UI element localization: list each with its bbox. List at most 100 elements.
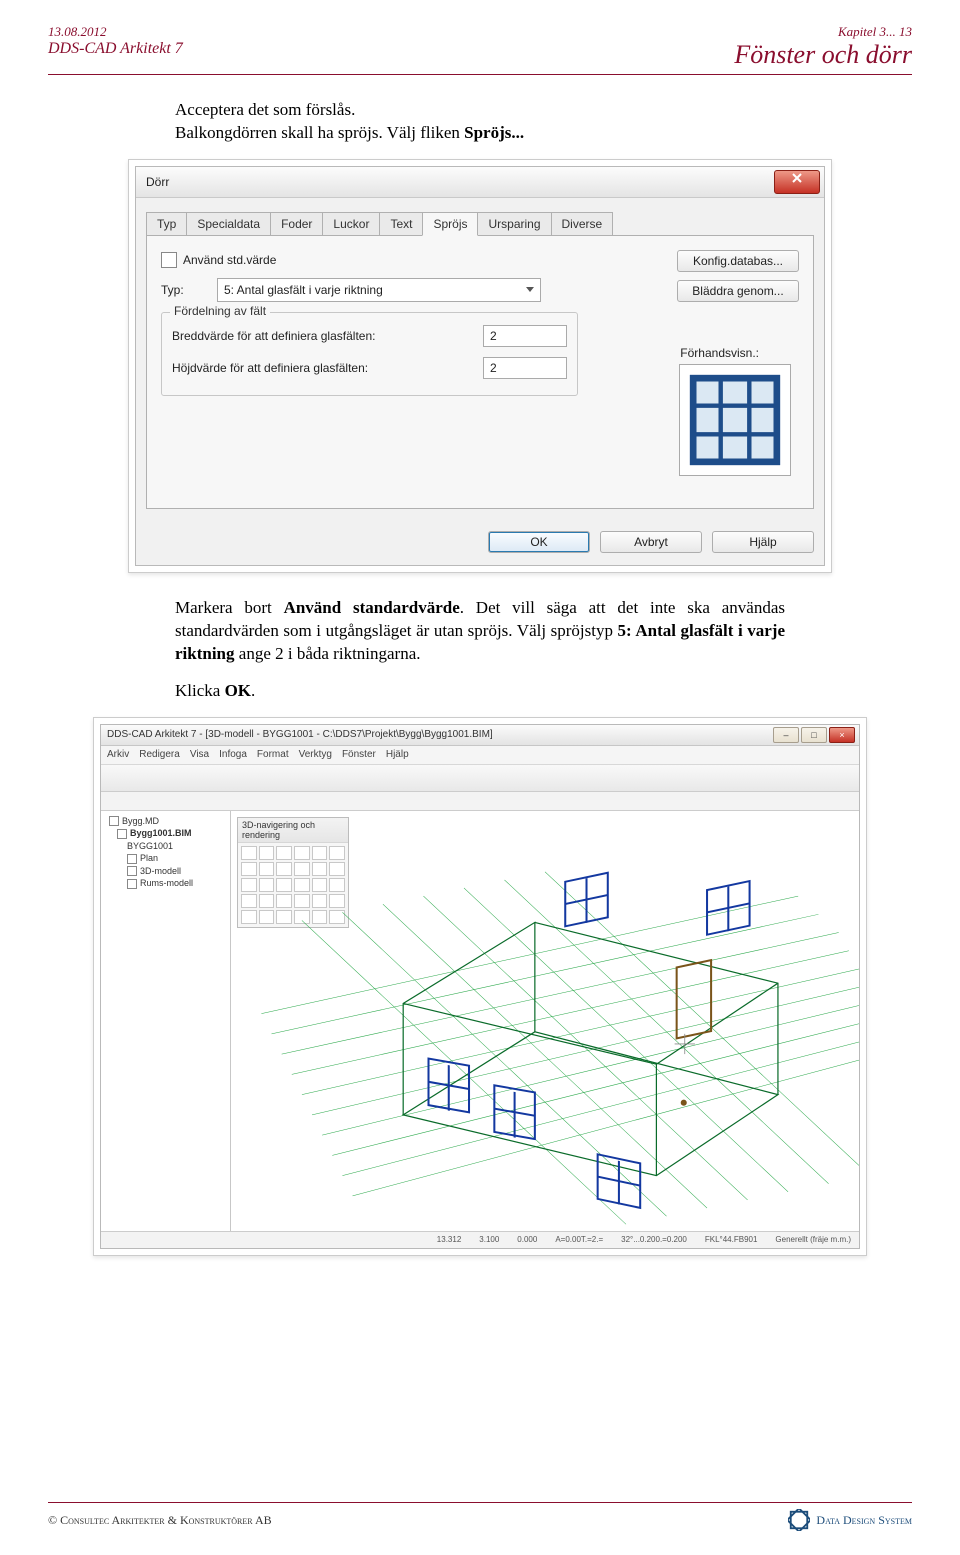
header-product: DDS-CAD Arkitekt 7 bbox=[48, 40, 183, 58]
close-icon bbox=[790, 171, 804, 185]
window-preview-icon bbox=[680, 365, 790, 475]
status-item: 13.312 bbox=[437, 1235, 461, 1244]
chevron-down-icon bbox=[526, 287, 534, 292]
header-divider bbox=[48, 74, 912, 75]
menu-infoga[interactable]: Infoga bbox=[219, 749, 247, 760]
tree-node[interactable]: Plan bbox=[140, 853, 158, 863]
tree-node[interactable]: Bygg1001.BIM bbox=[130, 828, 192, 838]
use-std-label: Använd std.värde bbox=[183, 253, 276, 267]
status-item: FKL°44.FB901 bbox=[705, 1235, 758, 1244]
height-label: Höjdvärde för att definiera glasfälten: bbox=[172, 361, 368, 375]
minimize-button[interactable]: – bbox=[773, 727, 799, 743]
text: Acceptera det som förslås. bbox=[175, 100, 355, 119]
page-footer: © Consultec Arkitekter & Konstruktörer A… bbox=[48, 1509, 912, 1531]
app-title: DDS-CAD Arkitekt 7 - [3D-modell - BYGG10… bbox=[107, 729, 493, 740]
status-item: Generellt (fräje m.m.) bbox=[775, 1235, 851, 1244]
screenshot-dialog: Dörr Typ Specialdata Foder Luckor Text S… bbox=[128, 159, 832, 573]
toolbar-secondary[interactable] bbox=[101, 792, 859, 811]
text: Markera bort bbox=[175, 598, 284, 617]
tab-specialdata[interactable]: Specialdata bbox=[186, 212, 271, 235]
brand-logo-icon bbox=[788, 1509, 810, 1531]
tab-sprojs[interactable]: Spröjs bbox=[422, 212, 478, 236]
close-button[interactable] bbox=[774, 170, 820, 194]
tree-expand-icon[interactable] bbox=[109, 816, 119, 826]
tree-expand-icon[interactable] bbox=[127, 866, 137, 876]
tab-text[interactable]: Text bbox=[379, 212, 423, 235]
screenshot-3d-viewport: DDS-CAD Arkitekt 7 - [3D-modell - BYGG10… bbox=[93, 717, 867, 1256]
status-item: A=0.00T.=2.= bbox=[555, 1235, 603, 1244]
dialog-titlebar: Dörr bbox=[136, 167, 824, 198]
tab-ursparing[interactable]: Ursparing bbox=[477, 212, 551, 235]
footer-brand: Data Design System bbox=[788, 1509, 912, 1531]
height-value: 2 bbox=[490, 361, 497, 375]
use-std-checkbox[interactable] bbox=[161, 252, 177, 268]
tree-node[interactable]: 3D-modell bbox=[140, 866, 181, 876]
height-input[interactable]: 2 bbox=[483, 357, 567, 379]
width-input[interactable]: 2 bbox=[483, 325, 567, 347]
field-group-fordelning: Fördelning av fält Breddvärde för att de… bbox=[161, 312, 578, 396]
status-item: 0.000 bbox=[517, 1235, 537, 1244]
paragraph-3: Klicka OK. bbox=[175, 680, 785, 703]
text: . bbox=[251, 681, 255, 700]
tree-node[interactable]: BYGG1001 bbox=[127, 841, 173, 851]
config-database-button[interactable]: Konfig.databas... bbox=[677, 250, 799, 272]
preview-label: Förhandsvisn.: bbox=[680, 346, 759, 360]
page-header: 13.08.2012 DDS-CAD Arkitekt 7 Kapitel 3.… bbox=[48, 24, 912, 70]
text: ange 2 i båda riktningarna. bbox=[235, 644, 421, 663]
width-label: Breddvärde för att definiera glasfälten: bbox=[172, 329, 375, 343]
status-item: 32°...0.200.=0.200 bbox=[621, 1235, 687, 1244]
ok-button[interactable]: OK bbox=[488, 531, 590, 553]
maximize-button[interactable]: □ bbox=[801, 727, 827, 743]
tree-node[interactable]: Rums-modell bbox=[140, 878, 193, 888]
paragraph-2: Markera bort Använd standardvärde. Det v… bbox=[175, 597, 785, 666]
browse-button[interactable]: Bläddra genom... bbox=[677, 280, 799, 302]
footer-divider bbox=[48, 1502, 912, 1503]
menu-visa[interactable]: Visa bbox=[190, 749, 209, 760]
tab-diverse[interactable]: Diverse bbox=[551, 212, 614, 235]
type-label: Typ: bbox=[161, 283, 217, 297]
menu-fonster[interactable]: Fönster bbox=[342, 749, 376, 760]
tree-expand-icon[interactable] bbox=[117, 829, 127, 839]
tab-foder[interactable]: Foder bbox=[270, 212, 323, 235]
toolbar-main[interactable] bbox=[101, 765, 859, 792]
tree-root[interactable]: Bygg.MD bbox=[122, 816, 159, 826]
menu-redigera[interactable]: Redigera bbox=[139, 749, 180, 760]
menu-arkiv[interactable]: Arkiv bbox=[107, 749, 129, 760]
menu-bar: Arkiv Redigera Visa Infoga Format Verkty… bbox=[101, 746, 859, 765]
text: Balkongdörren skall ha spröjs. Välj flik… bbox=[175, 123, 464, 142]
dialog-title: Dörr bbox=[146, 175, 169, 189]
tab-panel: Konfig.databas... Bläddra genom... Använ… bbox=[146, 236, 814, 509]
footer-brand-text: Data Design System bbox=[816, 1513, 912, 1528]
dialog-footer: OK Avbryt Hjälp bbox=[136, 523, 824, 565]
help-button[interactable]: Hjälp bbox=[712, 531, 814, 553]
group-legend: Fördelning av fält bbox=[170, 304, 270, 318]
menu-verktyg[interactable]: Verktyg bbox=[299, 749, 332, 760]
tab-bar: Typ Specialdata Foder Luckor Text Spröjs… bbox=[146, 212, 814, 236]
app-titlebar: DDS-CAD Arkitekt 7 - [3D-modell - BYGG10… bbox=[101, 725, 859, 746]
menu-hjalp[interactable]: Hjälp bbox=[386, 749, 409, 760]
header-chapter: Kapitel 3... 13 bbox=[734, 24, 912, 40]
text: Klicka bbox=[175, 681, 225, 700]
header-date: 13.08.2012 bbox=[48, 24, 183, 40]
footer-copyright: © Consultec Arkitekter & Konstruktörer A… bbox=[48, 1513, 272, 1528]
status-item: 3.100 bbox=[479, 1235, 499, 1244]
type-value: 5: Antal glasfält i varje riktning bbox=[224, 283, 383, 297]
menu-format[interactable]: Format bbox=[257, 749, 289, 760]
width-value: 2 bbox=[490, 329, 497, 343]
tab-luckor[interactable]: Luckor bbox=[322, 212, 380, 235]
tab-typ[interactable]: Typ bbox=[146, 212, 187, 235]
3d-drawing bbox=[231, 811, 859, 1236]
header-section-title: Fönster och dörr bbox=[734, 40, 912, 70]
type-combobox[interactable]: 5: Antal glasfält i varje riktning bbox=[217, 278, 541, 302]
text-bold: Använd standardvärde bbox=[284, 598, 460, 617]
paragraph-1: Acceptera det som förslås. Balkongdörren… bbox=[175, 99, 785, 145]
text-bold: OK bbox=[225, 681, 251, 700]
project-tree[interactable]: Bygg.MD Bygg1001.BIM BYGG1001 Plan 3D-mo… bbox=[101, 811, 231, 1231]
tree-expand-icon[interactable] bbox=[127, 879, 137, 889]
close-button[interactable]: × bbox=[829, 727, 855, 743]
preview-box bbox=[679, 364, 791, 476]
3d-viewport[interactable]: 3D-navigering och rendering bbox=[231, 811, 859, 1231]
cancel-button[interactable]: Avbryt bbox=[600, 531, 702, 553]
text-bold: Spröjs... bbox=[464, 123, 524, 142]
tree-expand-icon[interactable] bbox=[127, 854, 137, 864]
